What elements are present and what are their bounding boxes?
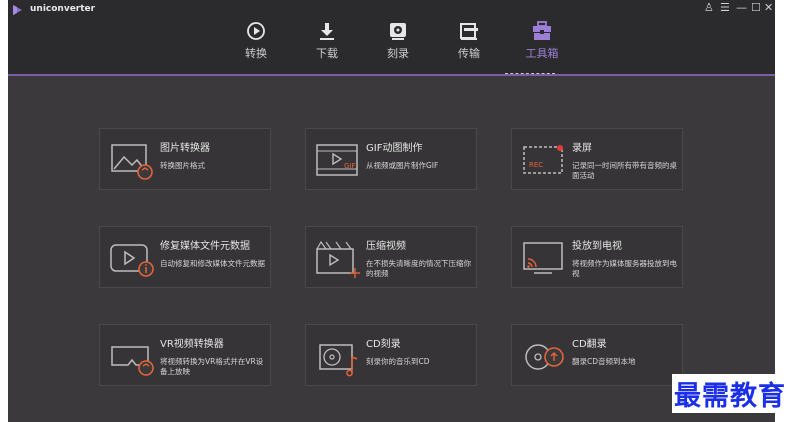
rec-badge: REC xyxy=(529,161,543,169)
app-logo-icon xyxy=(13,5,22,15)
tool-title: 投放到电视 xyxy=(572,241,622,252)
tool-title: 图片转换器 xyxy=(160,143,210,154)
tool-title: GIF动图制作 xyxy=(366,143,423,154)
cd-rip-icon xyxy=(525,344,564,370)
tool-description: 记录同一时间所有带有音频的桌面活动 xyxy=(572,161,677,180)
tool-card-gif-maker[interactable]: GIF GIF动图制作 从视频或图片制作GIF xyxy=(305,128,477,190)
tool-description: 翻录CD音频到本地 xyxy=(572,357,636,366)
tool-card-compress-video[interactable]: 压缩视频 在不损失清晰度的情况下压缩你的视频 xyxy=(305,226,477,288)
cd-burn-icon xyxy=(319,344,358,377)
tab-convert[interactable]: 转换 xyxy=(230,20,282,61)
screen-record-icon: REC xyxy=(523,145,563,174)
tab-toolbox[interactable]: 工具箱 xyxy=(516,20,568,61)
tool-title: CD翻录 xyxy=(572,339,607,350)
tab-burn-label: 刻录 xyxy=(387,47,409,60)
app-title: uniconverter xyxy=(30,4,96,14)
download-icon xyxy=(320,23,334,40)
tool-description: 将视频转换为VR格式并在VR设备上放映 xyxy=(160,357,264,376)
tool-title: CD刻录 xyxy=(366,339,401,350)
tab-download-label: 下载 xyxy=(316,47,338,60)
tool-title: VR视频转换器 xyxy=(160,339,224,350)
tab-toolbox-label: 工具箱 xyxy=(525,47,559,60)
tab-transfer-label: 传输 xyxy=(458,47,480,60)
gif-badge: GIF xyxy=(344,162,356,170)
image-convert-icon xyxy=(111,144,153,180)
tab-transfer[interactable]: 传输 xyxy=(443,20,495,61)
tool-card-cd-rip[interactable]: CD翻录 翻录CD音频到本地 xyxy=(511,324,683,386)
top-bar-divider xyxy=(8,74,775,76)
app-window: uniconverter ♙ ☰ — ☐ ✕ 转换 下载 刻录 传输 工具箱 图… xyxy=(8,0,775,422)
tool-card-screen-recorder[interactable]: REC 录屏 记录同一时间所有带有音频的桌面活动 xyxy=(511,128,683,190)
convert-icon xyxy=(247,22,265,40)
tool-card-cd-burn[interactable]: CD刻录 刻录你的音乐到CD xyxy=(305,324,477,386)
close-button[interactable]: ✕ xyxy=(764,1,773,15)
maximize-button[interactable]: ☐ xyxy=(751,1,761,15)
tool-title: 压缩视频 xyxy=(366,241,406,252)
tool-card-image-converter[interactable]: 图片转换器 转换图片格式 xyxy=(99,128,271,190)
tool-title: 修复媒体文件元数据 xyxy=(160,241,250,252)
tool-card-metadata-fix[interactable]: 修复媒体文件元数据 自动修复和修改媒体文件元数据 xyxy=(99,226,271,288)
tab-download[interactable]: 下载 xyxy=(301,20,353,61)
menu-icon[interactable]: ☰ xyxy=(720,1,730,15)
toolbox-icon xyxy=(533,21,551,40)
tab-burn[interactable]: 刻录 xyxy=(372,20,424,61)
right-margin xyxy=(776,0,793,422)
tool-description: 在不损失清晰度的情况下压缩你的视频 xyxy=(366,259,471,278)
vr-convert-icon xyxy=(111,346,154,376)
top-bar: uniconverter ♙ ☰ — ☐ ✕ 转换 下载 刻录 传输 工具箱 xyxy=(8,0,775,75)
tool-title: 录屏 xyxy=(572,143,592,154)
transfer-icon xyxy=(460,23,478,40)
cast-tv-icon xyxy=(523,242,563,274)
tool-description: 自动修复和修改媒体文件元数据 xyxy=(160,259,265,268)
watermark: 最需教育 xyxy=(672,374,788,413)
burn-icon xyxy=(390,23,406,40)
compress-video-icon xyxy=(316,240,360,278)
minimize-button[interactable]: — xyxy=(736,1,747,15)
tool-description: 转换图片格式 xyxy=(160,161,205,170)
tool-description: 从视频或图片制作GIF xyxy=(366,161,439,170)
tool-card-cast-to-tv[interactable]: 投放到电视 将视频作为媒体服务器投放到电视 xyxy=(511,226,683,288)
gif-maker-icon: GIF xyxy=(316,144,358,176)
tab-convert-label: 转换 xyxy=(245,47,267,60)
tool-description: 将视频作为媒体服务器投放到电视 xyxy=(572,259,677,278)
tool-description: 刻录你的音乐到CD xyxy=(366,357,430,366)
user-icon[interactable]: ♙ xyxy=(704,1,714,15)
metadata-fix-icon xyxy=(110,244,154,277)
tool-card-vr-converter[interactable]: VR视频转换器 将视频转换为VR格式并在VR设备上放映 xyxy=(99,324,271,386)
